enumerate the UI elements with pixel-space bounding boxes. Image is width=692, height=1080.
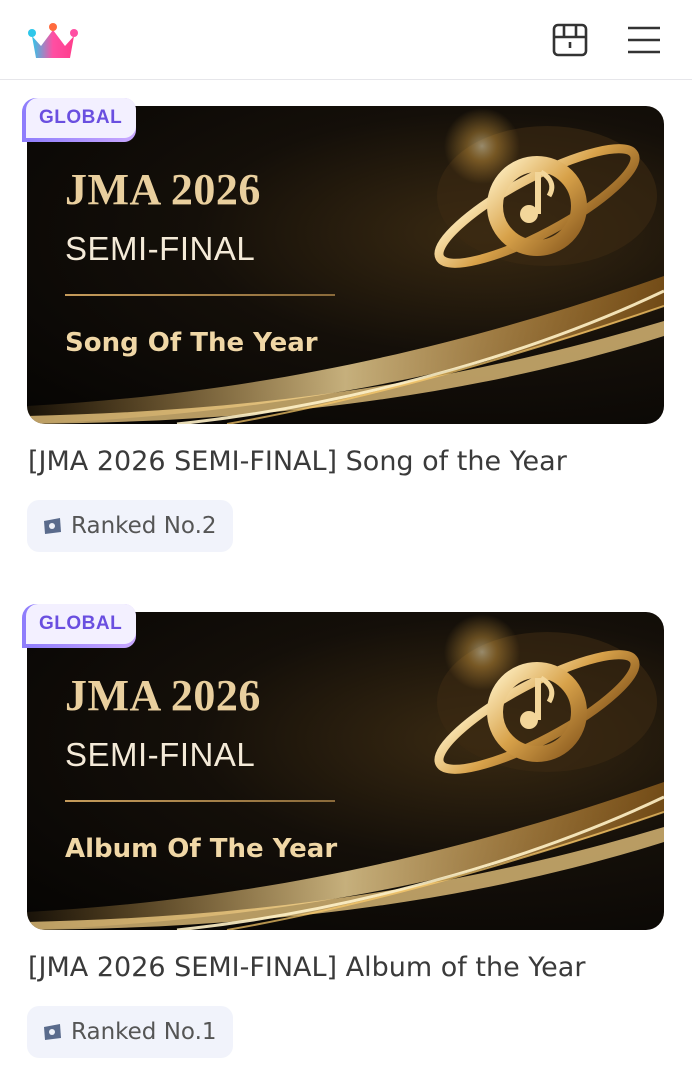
banner-divider	[65, 294, 335, 296]
card-title[interactable]: [JMA 2026 SEMI-FINAL] Song of the Year	[28, 446, 567, 477]
card-banner[interactable]: JMA 2026 SEMI-FINAL Song Of The Year	[27, 106, 664, 424]
crown-logo-icon[interactable]	[28, 22, 78, 60]
region-badge: GLOBAL	[22, 98, 136, 142]
ticket-icon	[44, 1024, 61, 1040]
banner-category: Song Of The Year	[65, 328, 318, 358]
banner-title: JMA 2026	[65, 671, 261, 720]
banner-divider	[65, 800, 335, 802]
banner-title: JMA 2026	[65, 165, 261, 214]
banner-category: Album Of The Year	[65, 834, 338, 864]
top-header	[0, 0, 692, 80]
rank-label: Ranked No.1	[71, 1019, 217, 1045]
ballot-box-icon[interactable]	[550, 20, 590, 60]
card-title[interactable]: [JMA 2026 SEMI-FINAL] Album of the Year	[28, 952, 585, 983]
region-badge: GLOBAL	[22, 604, 136, 648]
rank-label: Ranked No.2	[71, 513, 217, 539]
rank-chip: Ranked No.1	[27, 1006, 233, 1058]
rank-chip: Ranked No.2	[27, 500, 233, 552]
hamburger-menu-icon[interactable]	[624, 20, 664, 60]
banner-subtitle: SEMI-FINAL	[65, 736, 256, 773]
ticket-icon	[44, 518, 61, 534]
banner-subtitle: SEMI-FINAL	[65, 230, 256, 267]
region-badge-label: GLOBAL	[26, 98, 136, 138]
card-banner[interactable]: JMA 2026 SEMI-FINAL Album Of The Year	[27, 612, 664, 930]
region-badge-label: GLOBAL	[26, 604, 136, 644]
